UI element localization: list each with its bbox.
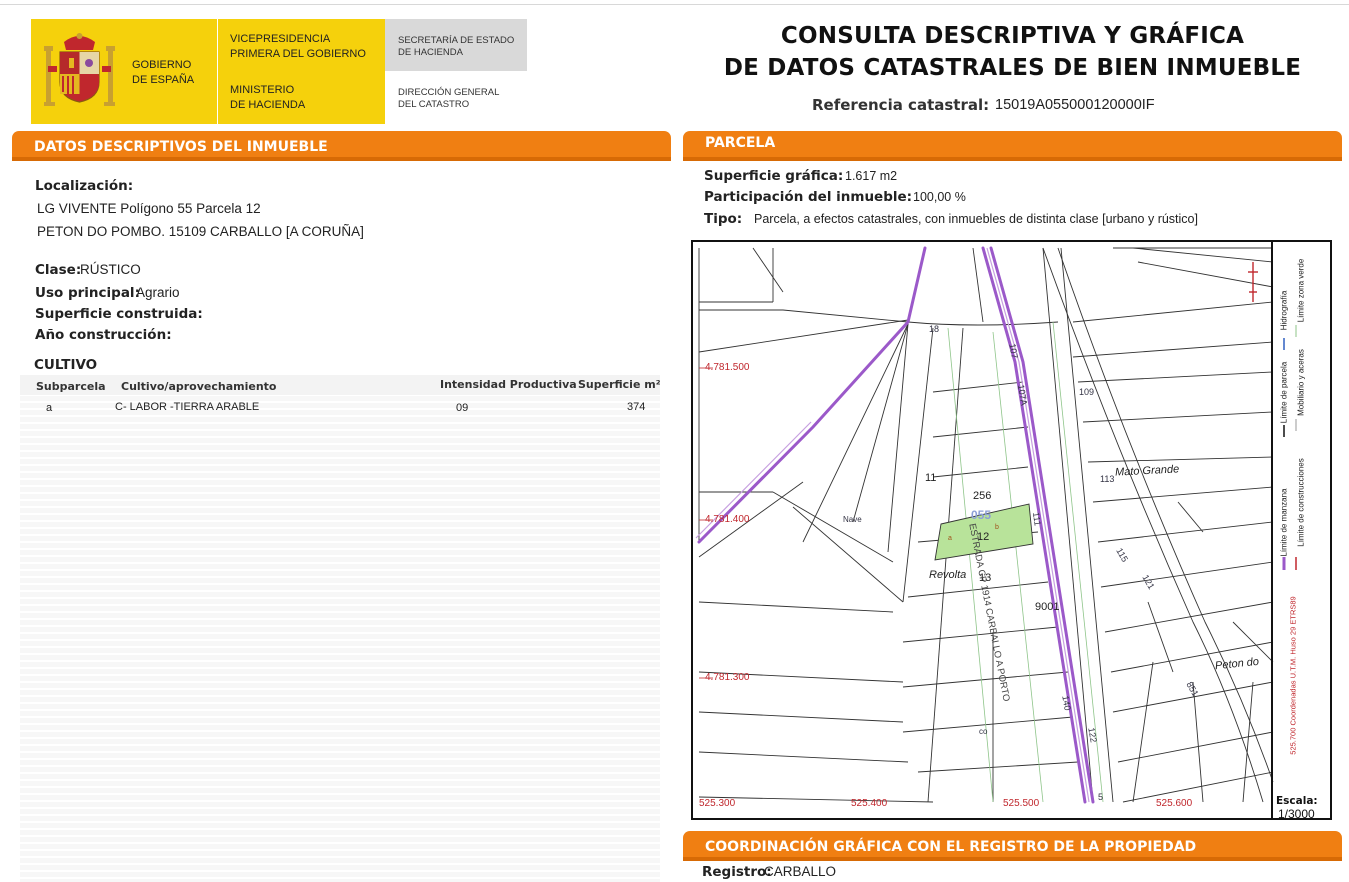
clase-value: RÚSTICO: [80, 262, 141, 277]
parcel-11-label: 11: [925, 472, 937, 484]
logo-ministerio-line1: MINISTERIO: [230, 84, 295, 96]
logo-direccion-line2: DEL CATASTRO: [398, 99, 470, 110]
parcel-113-label: 113: [1100, 474, 1115, 484]
logo-gobierno-line1: GOBIERNO: [132, 59, 192, 71]
superficie-grafica-value: 1.617 m2: [845, 169, 898, 183]
section-header-parcela: PARCELA: [683, 131, 1342, 161]
localizacion-line2: PETON DO POMBO. 15109 CARBALLO [A CORUÑA…: [37, 224, 364, 239]
x-coord-label: 525.400: [851, 798, 888, 809]
section-title-coordinacion: COORDINACIÓN GRÁFICA CON EL REGISTRO DE …: [705, 839, 1197, 855]
scale-label: Escala:: [1276, 795, 1318, 807]
logo-secretaria-line2: DE HACIENDA: [398, 47, 463, 58]
logo-direccion-line1: DIRECCIÓN GENERAL: [398, 87, 500, 98]
column-header-subparcela: Subparcela: [36, 380, 106, 393]
cell-cultivo: C- LABOR -TIERRA ARABLE: [115, 401, 260, 413]
parcel-5-label: 5: [1098, 792, 1104, 802]
tipo-label: Tipo:: [704, 211, 743, 227]
top-rule: [0, 4, 1349, 5]
y-coord-label: 4.781.300: [705, 672, 750, 683]
referencia-value: 15019A055000120000IF: [995, 97, 1155, 113]
map-drawing: [695, 246, 1274, 804]
x-coord-label: 525.500: [1003, 798, 1040, 809]
uso-principal-value: Agrario: [136, 285, 180, 300]
nave-label: Nave: [843, 515, 862, 524]
registro-value: CARBALLO: [764, 864, 837, 879]
parcel-256-label: 256: [973, 490, 992, 502]
document-title-line2: DE DATOS CATASTRALES DE BIEN INMUEBLE: [723, 55, 1302, 81]
coat-of-arms-icon: [44, 33, 115, 106]
superficie-construida-label: Superficie construida:: [35, 306, 203, 322]
column-header-superficie: Superficie m²: [578, 378, 661, 391]
logo-secretaria-line1: SECRETARÍA DE ESTADO: [398, 35, 515, 46]
anio-construccion-label: Año construcción:: [35, 327, 172, 343]
column-header-intensidad: Intensidad Productiva: [440, 378, 577, 391]
referencia-label: Referencia catastral:: [812, 96, 990, 114]
parcel-18-label: 18: [929, 324, 940, 334]
section-header-coordinacion: COORDINACIÓN GRÁFICA CON EL REGISTRO DE …: [683, 831, 1342, 861]
legend-mobiliario: Mobiliario y aceras: [1296, 349, 1306, 416]
co-label: co: [979, 727, 988, 736]
uso-principal-label: Uso principal:: [35, 285, 140, 301]
participacion-value: 100,00 %: [913, 190, 966, 204]
document-title: CONSULTA DESCRIPTIVA Y GRÁFICA DE DATOS …: [700, 20, 1325, 84]
cultivo-table: [20, 375, 660, 882]
participacion-label: Participación del inmueble:: [704, 189, 913, 205]
localizacion-label: Localización:: [35, 178, 134, 194]
parcel-111-label: 111: [1030, 511, 1043, 527]
legend-hidrografia: Hidrografía: [1279, 290, 1289, 331]
logo-gobierno-line2: DE ESPAÑA: [132, 74, 195, 86]
superficie-grafica-label: Superficie gráfica:: [704, 168, 844, 184]
cell-superficie: 374: [627, 401, 646, 413]
legend-zona-verde: Límite zona verde: [1296, 258, 1306, 323]
section-header-descriptivos: DATOS DESCRIPTIVOS DEL INMUEBLE: [12, 131, 671, 161]
parcel-109-label: 109: [1079, 387, 1095, 397]
logo-vicepresidencia-line1: VICEPRESIDENCIA: [230, 33, 331, 45]
section-title-descriptivos: DATOS DESCRIPTIVOS DEL INMUEBLE: [34, 139, 328, 155]
y-coord-label: 4.781.400: [705, 514, 750, 525]
logo-ministerio-line2: DE HACIENDA: [230, 99, 306, 111]
subparcela-a-label: a: [948, 535, 952, 542]
legend-coordinates-note: 525.700 Coordenadas U.T.M. Huso 29 ETRS8…: [1288, 596, 1298, 755]
registro-label: Registro:: [702, 864, 772, 880]
cultivo-title: CULTIVO: [34, 357, 98, 373]
column-header-cultivo: Cultivo/aprovechamiento: [121, 380, 277, 393]
document-title-line1: CONSULTA DESCRIPTIVA Y GRÁFICA: [780, 23, 1245, 49]
legend-parcela: Límite de parcela: [1279, 361, 1289, 424]
x-coord-label: 525.300: [699, 798, 736, 809]
logo-vicepresidencia-line2: PRIMERA DEL GOBIERNO: [230, 48, 366, 60]
y-coord-label: 4.781.500: [705, 362, 750, 373]
legend-manzana: Límite de manzana: [1279, 488, 1289, 557]
scale-value: 1/3000: [1278, 807, 1315, 821]
tipo-value: Parcela, a efectos catastrales, con inmu…: [754, 212, 1198, 226]
legend-construcciones: Límite de construcciones: [1296, 458, 1306, 547]
cadastral-map[interactable]: 4.781.500 4.781.400 4.781.300 525.300 52…: [691, 240, 1332, 820]
cell-intensidad: 09: [456, 402, 469, 414]
clase-label: Clase:: [35, 262, 82, 278]
section-title-parcela: PARCELA: [705, 135, 776, 151]
x-coord-label: 525.600: [1156, 798, 1193, 809]
revolta-label: Revolta: [929, 569, 967, 581]
cell-subparcela: a: [46, 402, 53, 414]
subparcela-b-label: b: [995, 524, 999, 531]
parcel-9001-label: 9001: [1035, 601, 1060, 613]
localizacion-line1: LG VIVENTE Polígono 55 Parcela 12: [37, 201, 261, 216]
